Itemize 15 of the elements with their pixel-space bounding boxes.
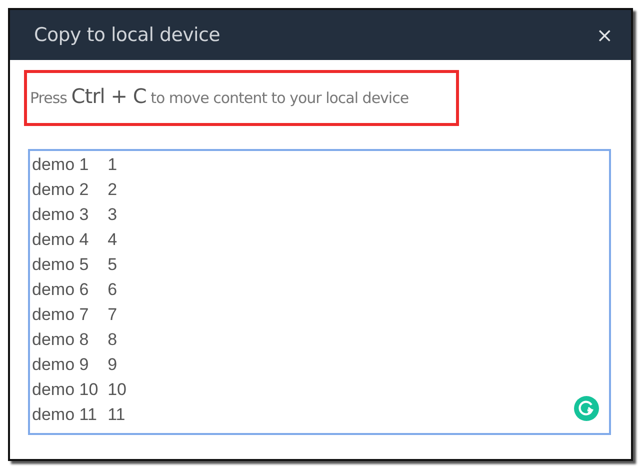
- instruction-text: Press Ctrl + C to move content to your local device: [30, 84, 409, 108]
- text-line: demo 9 9: [32, 354, 118, 376]
- text-line: demo 1 1: [32, 154, 118, 176]
- text-line: demo 2 2: [32, 179, 118, 201]
- text-line: demo 3 3: [32, 204, 118, 226]
- text-line: demo 11 11: [32, 404, 126, 426]
- text-line: demo 10 10: [32, 379, 126, 401]
- dialog-title: Copy to local device: [34, 24, 220, 46]
- text-line: demo 5 5: [32, 254, 118, 276]
- text-line: demo 8 8: [32, 329, 118, 351]
- text-line: demo 7 7: [32, 304, 118, 326]
- close-button[interactable]: ×: [592, 23, 617, 47]
- text-line: demo 6 6: [32, 279, 118, 301]
- text-line: demo 4 4: [32, 229, 118, 251]
- text-area[interactable]: demo 1 1 demo 2 2 demo 3 3 demo 4 4 demo 5 5 demo 6 6 demo 7 7 demo 8 8 demo 9 9 demo 10 10 demo 11 11: [28, 149, 611, 435]
